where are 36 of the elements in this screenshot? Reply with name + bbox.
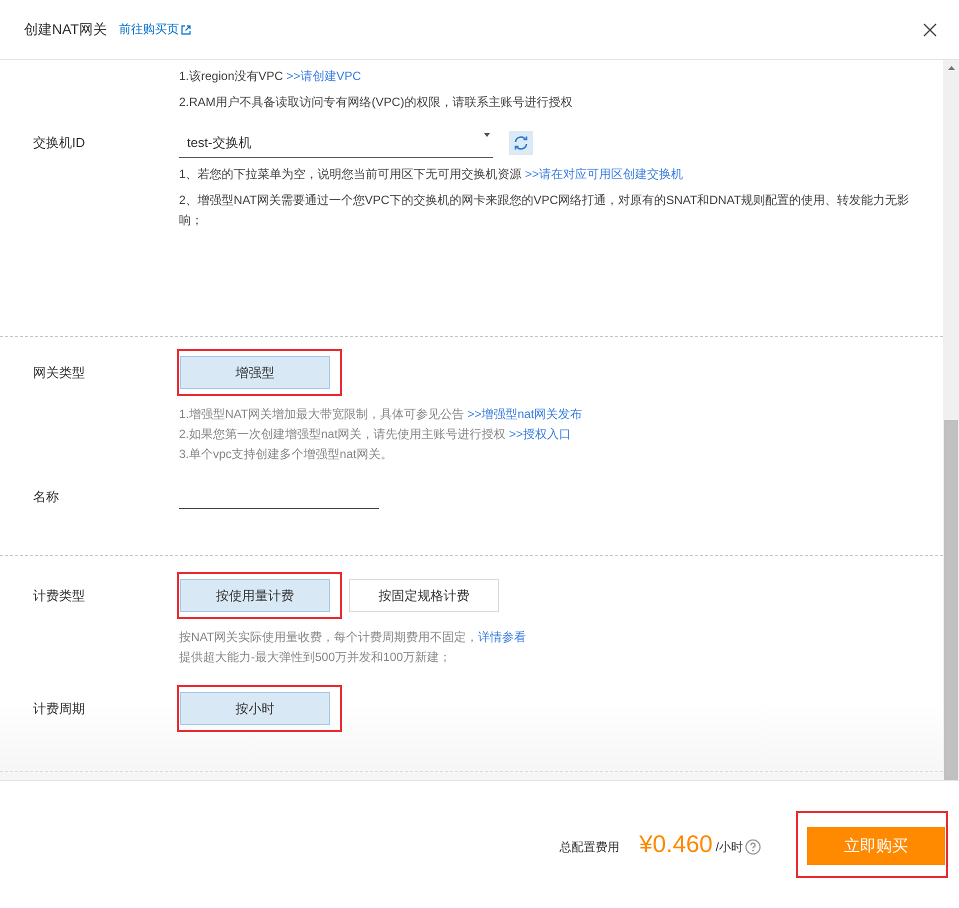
field-label: 名称 <box>33 488 60 506</box>
dialog-title: 创建NAT网关 <box>24 20 107 38</box>
option-button[interactable]: 按小时 <box>180 692 330 725</box>
option-button[interactable]: 增强型 <box>180 356 330 389</box>
field-label: 网关类型 <box>33 364 86 382</box>
link[interactable]: >>授权入口 <box>509 427 572 441</box>
close-icon[interactable] <box>923 22 937 36</box>
link[interactable]: 详情参看 <box>478 630 526 644</box>
field-label: 计费类型 <box>33 586 86 604</box>
link[interactable]: >>请创建VPC <box>286 69 362 83</box>
note-text: 2.RAM用户不具备读取访问专有网络(VPC)的权限，请联系主账号进行授权 <box>179 94 574 111</box>
hint-text: 2.如果您第一次创建增强型nat网关，请先使用主账号进行授权 >>授权入口 <box>179 426 572 443</box>
external-link-icon <box>180 24 191 34</box>
refresh-icon <box>513 135 529 151</box>
caret-icon <box>484 133 490 137</box>
hint-text: 按NAT网关实际使用量收费，每个计费周期费用不固定，详情参看 <box>179 629 528 646</box>
option-button[interactable]: 按使用量计费 <box>180 579 330 612</box>
hint-text: 1.增强型NAT网关增加最大带宽限制，具体可参见公告 >>增强型nat网关发布 <box>179 406 584 423</box>
field-label: 计费周期 <box>33 700 86 718</box>
note-text: 1、若您的下拉菜单为空，说明您当前可用区下无可用交换机资源 >>请在对应可用区创建交换机 <box>179 166 684 183</box>
cost-label: 总配置费用 <box>559 839 620 856</box>
purchase-page-link[interactable]: 前往购买页 <box>118 21 191 38</box>
help-icon[interactable] <box>745 838 761 854</box>
price-text: ¥0.460 <box>639 830 713 858</box>
link[interactable]: >>请在对应可用区创建交换机 <box>525 167 684 181</box>
note-text: 1.该region没有VPC >>请创建VPC <box>179 68 362 85</box>
option-button[interactable]: 按固定规格计费 <box>349 579 499 612</box>
scrollbar[interactable] <box>943 60 959 780</box>
refresh-button[interactable] <box>509 131 533 155</box>
hint-text: 3.单个vpc支持创建多个增强型nat网关。 <box>179 446 394 463</box>
link[interactable]: >>增强型nat网关发布 <box>467 407 582 421</box>
field-label: 交换机ID <box>33 134 86 152</box>
scroll-up-icon[interactable] <box>948 66 954 70</box>
price-unit: /小时 <box>716 839 743 856</box>
hint-text: 提供超大能力-最大弹性到500万并发和100万新建； <box>179 649 452 666</box>
note-text: 2、增强型NAT网关需要通过一个您VPC下的交换机的网卡来跟您的VPC网络打通，对原有的SNAT和DNAT规则配置的使用、转发能力无影响； <box>179 192 910 229</box>
